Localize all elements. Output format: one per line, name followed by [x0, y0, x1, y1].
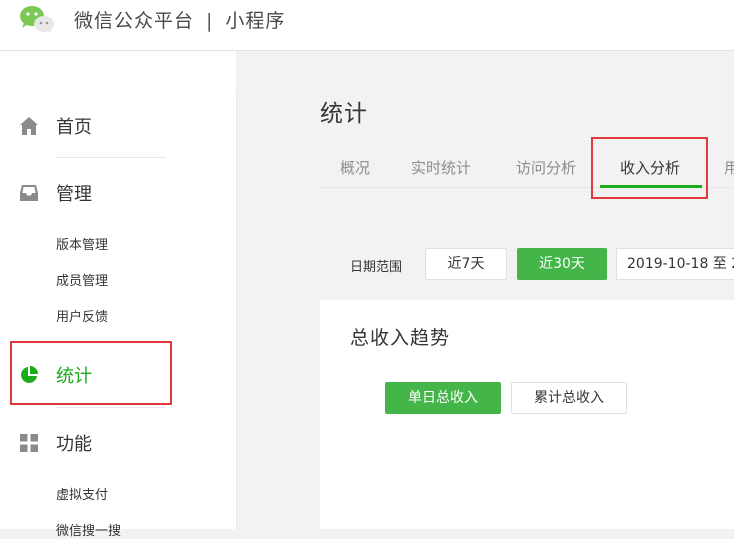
tab-visit-analysis[interactable]: 访问分析 [516, 157, 576, 178]
platform-name: 微信公众平台 [74, 10, 195, 32]
sidebar-item-home[interactable]: 首页 [0, 106, 236, 146]
wechat-logo-icon[interactable] [18, 4, 56, 34]
divider [56, 157, 166, 158]
sidebar-item-member-manage[interactable]: 成员管理 [56, 270, 108, 289]
tab-realtime-stats[interactable]: 实时统计 [411, 157, 471, 178]
inbox-icon [20, 185, 38, 201]
grid-icon [20, 434, 38, 452]
last-7-days-button[interactable]: 近7天 [425, 248, 507, 280]
highlight-box [10, 341, 172, 405]
sidebar-item-label: 首页 [56, 117, 92, 138]
sidebar-item-label: 管理 [56, 184, 92, 205]
page-title: 统计 [320, 101, 368, 127]
sidebar-item-features[interactable]: 功能 [0, 423, 236, 463]
tab-user[interactable]: 用 [724, 157, 734, 178]
sidebar-item-wechat-search[interactable]: 微信搜一搜 [56, 520, 121, 539]
sidebar-item-user-feedback[interactable]: 用户反馈 [56, 306, 108, 325]
tab-overview[interactable]: 概况 [340, 157, 370, 178]
date-range-label: 日期范围 [350, 260, 403, 275]
sidebar-item-label: 功能 [56, 434, 92, 455]
highlight-box [591, 137, 708, 199]
daily-revenue-button[interactable]: 单日总收入 [385, 382, 501, 414]
sidebar-item-version-manage[interactable]: 版本管理 [56, 234, 108, 253]
sidebar-item-manage[interactable]: 管理 [0, 173, 236, 213]
product-name: 小程序 [225, 10, 286, 32]
date-range-picker[interactable]: 2019-10-18 至 2019-11-16 [616, 248, 734, 280]
divider [56, 407, 166, 408]
card-title: 总收入趋势 [350, 327, 451, 349]
last-30-days-button[interactable]: 近30天 [517, 248, 607, 280]
sidebar-item-virtual-payment[interactable]: 虚拟支付 [56, 484, 108, 503]
header-title: 微信公众平台 | 小程序 [74, 6, 285, 33]
top-header: 微信公众平台 | 小程序 [0, 0, 734, 51]
sidebar-divider [236, 91, 237, 529]
header-separator: | [206, 10, 214, 32]
cumulative-revenue-button[interactable]: 累计总收入 [511, 382, 627, 414]
home-icon [20, 117, 38, 135]
